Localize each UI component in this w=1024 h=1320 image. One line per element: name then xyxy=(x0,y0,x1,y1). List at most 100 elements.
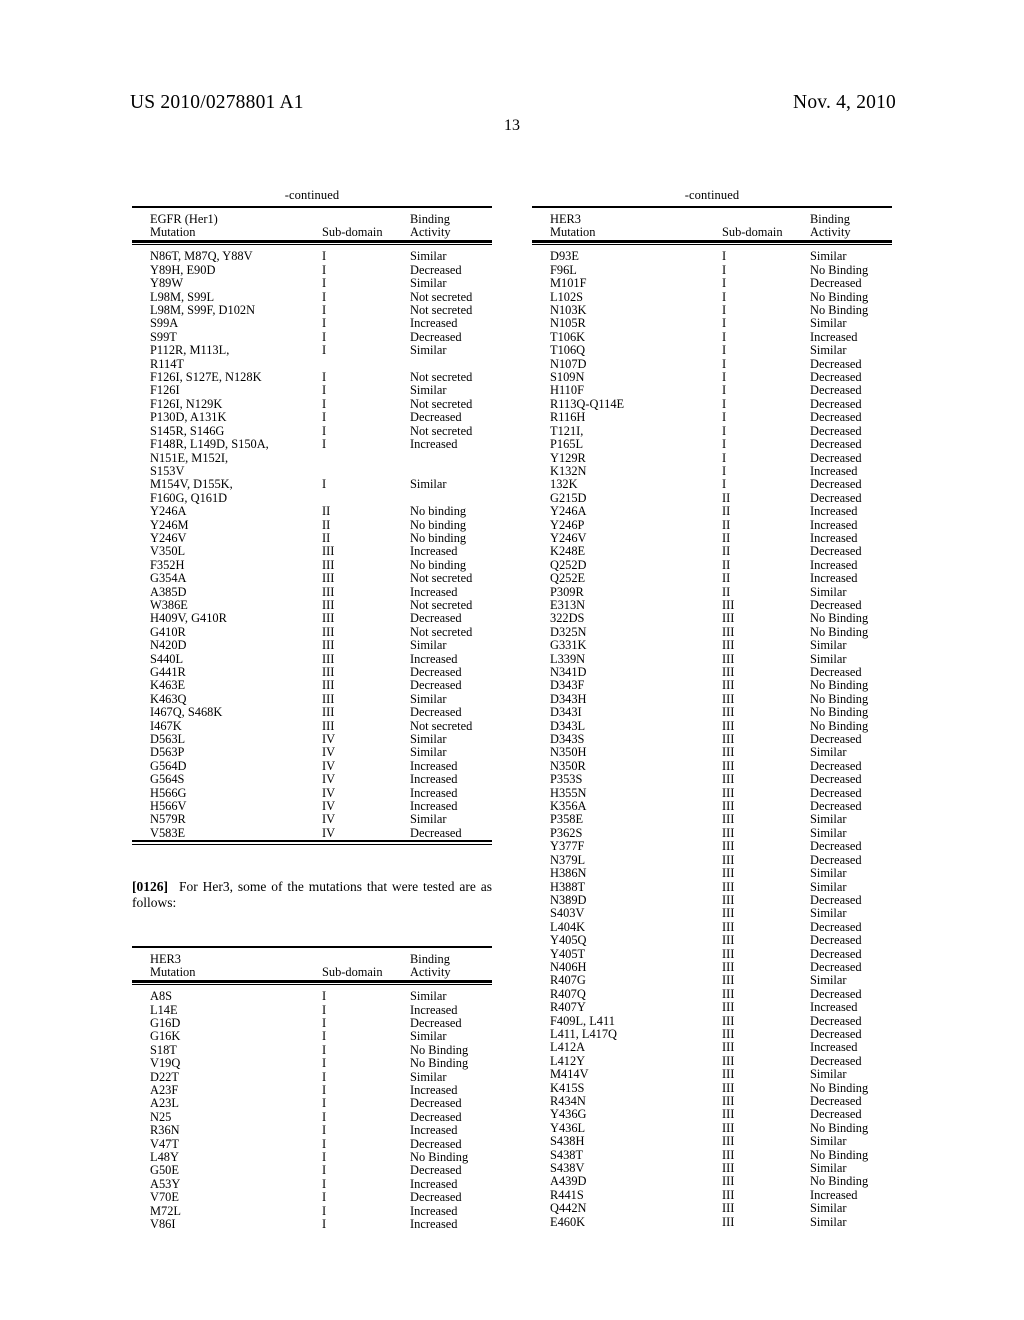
cell-binding-activity: Similar xyxy=(810,1201,847,1216)
table-row: W386E III Not secreted xyxy=(132,598,512,612)
cell-mutation: K248E xyxy=(550,544,586,559)
cell-subdomain: II xyxy=(722,504,731,519)
cell-mutation: F352H xyxy=(150,557,185,572)
table-row: Y246M II No binding xyxy=(132,518,512,532)
table-row: L404K III Decreased xyxy=(532,919,912,934)
cell-binding-activity: Similar xyxy=(810,973,847,988)
her3-left-header-subdomain: Sub-domain xyxy=(322,965,383,980)
cell-subdomain: II xyxy=(322,504,331,519)
table-row: R441S III Increased xyxy=(532,1188,912,1202)
publication-date: Nov. 4, 2010 xyxy=(793,92,896,113)
cell-binding-activity: No Binding xyxy=(410,1149,469,1164)
table-row: N379L III Decreased xyxy=(532,853,912,867)
cell-binding-activity xyxy=(410,452,512,465)
cell-mutation: F126I, N129K xyxy=(150,396,223,411)
cell-binding-activity: Decreased xyxy=(810,959,862,974)
cell-binding-activity: Decreased xyxy=(810,1053,862,1068)
table-row-continuation: R114T xyxy=(132,357,512,371)
cell-mutation: N350H xyxy=(550,745,587,760)
cell-mutation: P130D, A131K xyxy=(150,410,227,425)
cell-mutation: L412Y xyxy=(550,1053,586,1068)
cell-binding-activity: Increased xyxy=(410,799,458,814)
egfr-header-binding-2: Activity xyxy=(410,225,451,240)
cell-mutation: D325N xyxy=(550,624,587,639)
her3-left-header-title: HER3 xyxy=(150,951,181,966)
table-row-continuation: S153V xyxy=(132,464,512,478)
her3-left-table-block: HER3 Binding Mutation Sub-domain Activit… xyxy=(132,945,492,1232)
cell-subdomain: I xyxy=(322,383,327,398)
cell-binding-activity: Similar xyxy=(410,276,447,291)
table-row: S18T I No Binding xyxy=(132,1042,512,1057)
cell-mutation: L412A xyxy=(550,1040,586,1055)
cell-subdomain: I xyxy=(322,437,327,452)
cell-subdomain: I xyxy=(322,1149,327,1164)
left-column: -continued EGFR (Her1) Binding Mutation … xyxy=(132,188,492,1231)
cell-subdomain: I xyxy=(722,329,727,344)
cell-mutation: H110F xyxy=(550,383,584,398)
table-row: G441R III Decreased xyxy=(132,665,512,679)
cell-binding-activity: No Binding xyxy=(410,1042,469,1057)
table-row: D325N III No Binding xyxy=(532,624,912,639)
cell-binding-activity: No Binding xyxy=(810,289,869,304)
cell-binding-activity: Similar xyxy=(410,638,447,653)
cell-subdomain: III xyxy=(722,919,735,934)
table-row: D93E I Similar xyxy=(532,249,912,263)
her3-left-table-body: A8S I Similar L14E I Increased G16D I Decreased G… xyxy=(132,985,512,1231)
cell-mutation: P112R, M113L, xyxy=(150,343,230,358)
cell-mutation: D563P xyxy=(150,745,185,760)
table-row: E460K III Similar xyxy=(532,1215,912,1229)
cell-binding-activity: Similar xyxy=(810,343,847,358)
cell-binding-activity: Similar xyxy=(810,316,847,331)
cell-binding-activity xyxy=(410,492,512,505)
cell-subdomain: III xyxy=(722,1040,735,1055)
cell-mutation: H355N xyxy=(550,785,587,800)
cell-subdomain: I xyxy=(722,396,727,411)
cell-binding-activity: Increased xyxy=(410,584,458,599)
table-row: G410R III Not secreted xyxy=(132,625,512,639)
cell-mutation: V86I xyxy=(150,1217,176,1231)
cell-subdomain: II xyxy=(722,490,731,505)
table-row: D343H III No Binding xyxy=(532,691,912,706)
table-row: D563P IV Similar xyxy=(132,745,512,760)
cell-binding-activity: Decreased xyxy=(810,1013,862,1028)
continued-label-her3: -continued xyxy=(684,188,740,202)
cell-subdomain: I xyxy=(322,289,327,304)
cell-mutation: G215D xyxy=(550,490,587,505)
table-row: Q252E II Increased xyxy=(532,571,912,585)
cell-mutation: N420D xyxy=(150,638,187,653)
cell-subdomain: I xyxy=(722,289,727,304)
table-row: Y436G III Decreased xyxy=(532,1107,912,1121)
cell-binding-activity: No binding xyxy=(410,504,467,519)
cell-mutation: Y246A xyxy=(150,504,187,519)
table-row: Y129R I Decreased xyxy=(532,450,912,465)
cell-subdomain: I xyxy=(722,450,727,465)
egfr-table-block: -continued EGFR (Her1) Binding Mutation … xyxy=(132,188,492,845)
cell-binding-activity: Increased xyxy=(810,557,858,572)
cell-subdomain: III xyxy=(722,1067,735,1082)
egfr-mutation-rows: N86T, M87Q, Y88V I Similar Y89H, E90D I Decre… xyxy=(132,245,512,840)
cell-mutation: K132N xyxy=(550,463,587,478)
cell-mutation: L102S xyxy=(550,289,584,304)
cell-mutation: Q252D xyxy=(550,557,587,572)
cell-subdomain: III xyxy=(722,651,735,666)
cell-mutation: S99T xyxy=(150,329,177,344)
table-row: H566G IV Increased xyxy=(132,786,512,800)
cell-binding-activity: Increased xyxy=(410,772,458,787)
cell-subdomain: IV xyxy=(322,812,336,827)
cell-mutation: F96L xyxy=(550,262,577,277)
table-row: A8S I Similar xyxy=(132,989,512,1003)
cell-mutation: Y246P xyxy=(550,517,585,532)
cell-mutation: N103K xyxy=(550,303,587,318)
cell-mutation: P358E xyxy=(550,812,584,827)
cell-binding-activity: Similar xyxy=(410,691,447,706)
cell-mutation: S109N xyxy=(550,370,585,385)
table-row: F126I, S127E, N128K I Not secreted xyxy=(132,370,512,384)
cell-mutation: D343L xyxy=(550,718,586,733)
her3-left-header-binding-1: Binding xyxy=(410,951,450,966)
table-row: L102S I No Binding xyxy=(532,289,912,304)
cell-subdomain: III xyxy=(722,691,735,706)
cell-subdomain: III xyxy=(722,1094,735,1108)
cell-mutation: L411, L417Q xyxy=(550,1026,617,1041)
table-row: F409L, L411 III Decreased xyxy=(532,1013,912,1028)
cell-binding-activity: No Binding xyxy=(810,262,869,277)
